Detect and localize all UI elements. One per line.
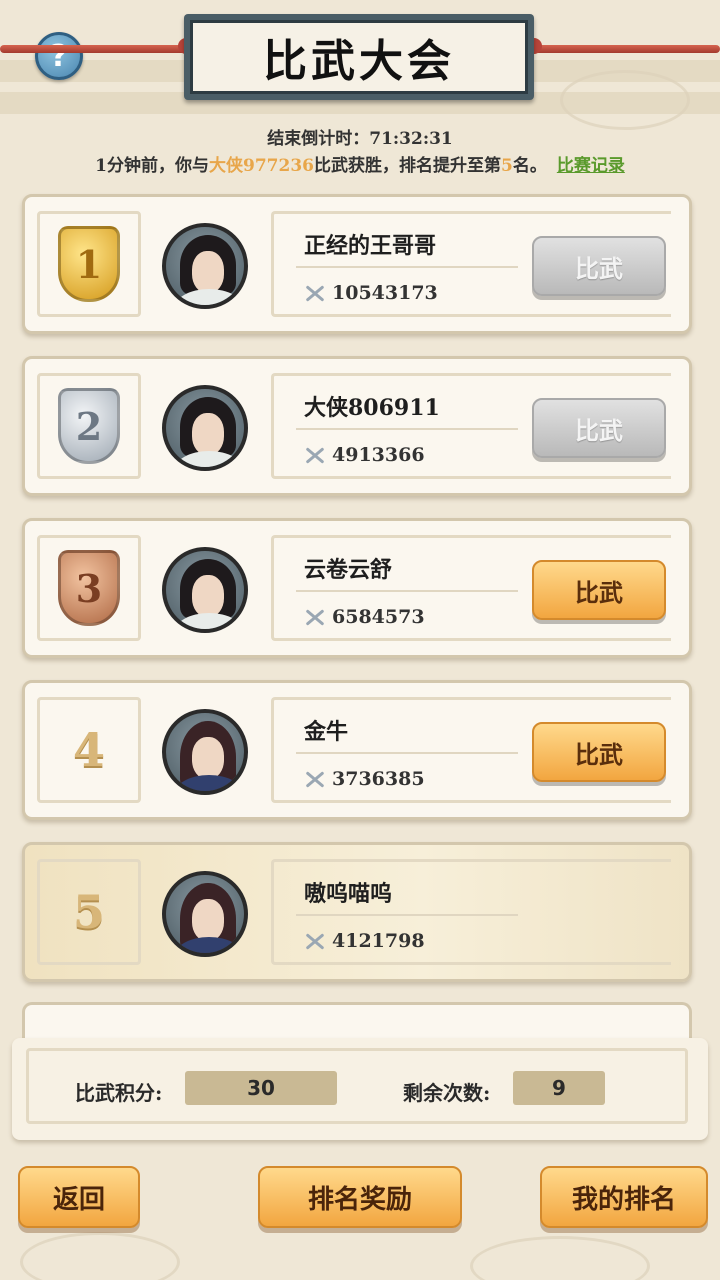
rank-badge-box: 4 (37, 697, 141, 803)
player-power: 4121798 (304, 930, 425, 952)
remaining-value: 9 (513, 1071, 605, 1105)
player-info: 云卷云舒 6584573 比武 (271, 535, 671, 641)
divider (296, 914, 518, 916)
score-value: 30 (185, 1071, 337, 1105)
challenge-button[interactable]: 比武 (532, 398, 666, 458)
player-name: 正经的王哥哥 (304, 233, 437, 259)
power-value: 4121798 (332, 930, 425, 952)
silver-medal-icon: 2 (58, 388, 120, 464)
avatar (162, 223, 248, 309)
background-cloud (560, 70, 690, 130)
player-name: 嗷呜喵呜 (304, 881, 393, 907)
rank-card-partial (22, 1002, 692, 1042)
crossed-swords-icon (304, 284, 326, 302)
power-value: 3736385 (332, 768, 425, 790)
title-rope-left (0, 45, 200, 53)
page-title: 比武大会 (190, 20, 528, 94)
countdown-value: 71:32:31 (369, 129, 453, 149)
crossed-swords-icon (304, 932, 326, 950)
news-rank: 5 (500, 156, 513, 176)
power-value: 10543173 (332, 282, 438, 304)
score-label: 比武积分: (75, 1081, 163, 1105)
player-name: 云卷云舒 (304, 557, 393, 583)
player-info: 嗷呜喵呜 4121798 (271, 859, 671, 965)
battle-news: 1分钟前，你与大侠977236比武获胜，排名提升至第5名。 比赛记录 (0, 151, 720, 176)
rank-badge-box: 5 (37, 859, 141, 965)
rank-badge-box: 2 (37, 373, 141, 479)
background-cloud (20, 1232, 180, 1280)
rank-card: 2 大侠806911 4913366 比武 (22, 356, 692, 496)
player-power: 4913366 (304, 444, 425, 466)
rank-badge-box: 3 (37, 535, 141, 641)
avatar (162, 547, 248, 633)
gold-medal-icon: 1 (58, 226, 120, 302)
stats-inner: 比武积分: 30 剩余次数: 9 (26, 1048, 688, 1124)
player-info: 大侠806911 4913366 比武 (271, 373, 671, 479)
my-rank-card: 5 嗷呜喵呜 4121798 (22, 842, 692, 982)
crossed-swords-icon (304, 446, 326, 464)
avatar (162, 385, 248, 471)
player-info: 金牛 3736385 比武 (271, 697, 671, 803)
title-frame: 比武大会 (184, 14, 534, 100)
avatar (162, 871, 248, 957)
countdown-label: 结束倒计时： (267, 129, 370, 149)
power-value: 4913366 (332, 444, 425, 466)
news-middle: 比武获胜，排名提升至第 (313, 156, 501, 176)
stats-panel: 比武积分: 30 剩余次数: 9 (12, 1038, 708, 1140)
countdown-timer: 结束倒计时：71:32:31 (0, 124, 720, 149)
rank-badge-box: 1 (37, 211, 141, 317)
challenge-button[interactable]: 比武 (532, 560, 666, 620)
player-power: 3736385 (304, 768, 425, 790)
divider (296, 752, 518, 754)
news-suffix: 名。 (512, 156, 547, 176)
title-rope-right (520, 45, 720, 53)
my-rank-button[interactable]: 我的排名 (540, 1166, 708, 1228)
player-name: 大侠806911 (304, 395, 440, 421)
challenge-button[interactable]: 比武 (532, 236, 666, 296)
remaining-label: 剩余次数: (403, 1081, 491, 1105)
news-opponent: 大侠977236 (209, 156, 314, 176)
match-record-link[interactable]: 比赛记录 (557, 156, 625, 176)
challenge-button[interactable]: 比武 (532, 722, 666, 782)
crossed-swords-icon (304, 770, 326, 788)
news-prefix: 1分钟前，你与 (95, 156, 209, 176)
player-power: 6584573 (304, 606, 425, 628)
rank-card: 4 金牛 3736385 比武 (22, 680, 692, 820)
rank-number: 5 (72, 885, 105, 939)
rank-card: 3 云卷云舒 6584573 比武 (22, 518, 692, 658)
divider (296, 266, 518, 268)
player-name: 金牛 (304, 719, 349, 745)
player-info: 正经的王哥哥 10543173 比武 (271, 211, 671, 317)
power-value: 6584573 (332, 606, 425, 628)
rank-number: 4 (72, 723, 105, 777)
player-power: 10543173 (304, 282, 438, 304)
divider (296, 428, 518, 430)
rank-reward-button[interactable]: 排名奖励 (258, 1166, 462, 1228)
rank-card: 1 正经的王哥哥 10543173 比武 (22, 194, 692, 334)
crossed-swords-icon (304, 608, 326, 626)
avatar (162, 709, 248, 795)
divider (296, 590, 518, 592)
background-cloud (470, 1236, 650, 1280)
bronze-medal-icon: 3 (58, 550, 120, 626)
back-button[interactable]: 返回 (18, 1166, 140, 1228)
help-button[interactable]: ? (35, 32, 83, 80)
